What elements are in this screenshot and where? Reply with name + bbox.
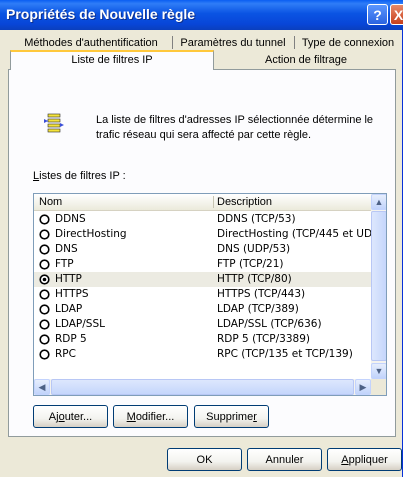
- tab-label: Type de connexion: [301, 36, 395, 49]
- list-item[interactable]: LDAP LDAP (TCP/389): [34, 302, 371, 317]
- chevron-left-icon: ◀: [38, 381, 46, 392]
- list-item[interactable]: RDP 5 RDP 5 (TCP/3389): [34, 332, 371, 347]
- scroll-left-button[interactable]: ◀: [34, 379, 50, 395]
- list-header: Nom Description: [34, 194, 371, 211]
- horizontal-scrollbar[interactable]: ◀ ▶: [34, 379, 371, 395]
- list-item[interactable]: LDAP/SSL LDAP/SSL (TCP/636): [34, 317, 371, 332]
- list-item[interactable]: DDNS DDNS (TCP/53): [34, 212, 371, 227]
- vertical-scroll-thumb[interactable]: [371, 211, 386, 361]
- filter-list-view[interactable]: Nom Description DDNS DDNS (TCP/53) DirectH…: [33, 193, 387, 396]
- cell-description: HTTP (TCP/80): [217, 273, 292, 285]
- radio-checked-icon[interactable]: [39, 274, 50, 285]
- tab-label: Paramètres du tunnel: [180, 36, 286, 49]
- horizontal-scroll-thumb[interactable]: [51, 379, 354, 395]
- column-separator[interactable]: [213, 196, 214, 208]
- scroll-down-button[interactable]: ▼: [371, 363, 386, 379]
- scroll-right-button[interactable]: ▶: [355, 379, 371, 395]
- cell-description: DirectHosting (TCP/445 et UDP: [217, 228, 379, 240]
- edit-button[interactable]: Modifier...: [113, 405, 188, 428]
- btn-text: ppliquer: [348, 453, 388, 466]
- accesskey: A: [341, 453, 349, 466]
- list-item[interactable]: DirectHosting DirectHosting (TCP/445 et U…: [34, 227, 378, 242]
- cell-description: DNS (UDP/53): [217, 243, 291, 255]
- tab-tunnel-settings[interactable]: Paramètres du tunnel: [174, 34, 292, 51]
- title-bar[interactable]: Propriétés de Nouvelle règle ? X: [0, 0, 403, 30]
- radio-unchecked-icon[interactable]: [39, 349, 50, 360]
- properties-dialog: Propriétés de Nouvelle règle ? X Méthode…: [0, 0, 403, 477]
- delete-button[interactable]: Supprime r: [194, 405, 269, 428]
- ok-button[interactable]: OK: [167, 448, 242, 471]
- close-icon: X: [393, 6, 403, 23]
- cell-name: DNS: [55, 243, 78, 255]
- list-item[interactable]: RPC RPC (TCP/135 et TCP/139): [34, 347, 371, 362]
- btn-text: odifier...: [135, 410, 175, 423]
- filter-lists-label: Listes de filtres IP :: [33, 170, 126, 182]
- cell-name: RDP 5: [55, 333, 87, 345]
- list-rows: DDNS DDNS (TCP/53) DirectHosting DirectHost…: [34, 212, 378, 362]
- apply-button[interactable]: Appliquer: [327, 448, 402, 471]
- btn-text: Supprime: [206, 410, 254, 423]
- radio-unchecked-icon[interactable]: [39, 289, 50, 300]
- cell-description: RPC (TCP/135 et TCP/139): [217, 348, 353, 360]
- accesskey: M: [126, 410, 136, 423]
- cell-description: FTP (TCP/21): [217, 258, 284, 270]
- chevron-down-icon: ▼: [374, 366, 384, 376]
- window-title: Propriétés de Nouvelle règle: [6, 6, 196, 22]
- tab-authentication-methods[interactable]: Méthodes d'authentification: [12, 34, 170, 51]
- description-text: La liste de filtres d'adresses IP sélect…: [96, 114, 374, 141]
- radio-unchecked-icon[interactable]: [39, 304, 50, 315]
- cell-description: LDAP/SSL (TCP/636): [217, 318, 322, 330]
- list-item[interactable]: HTTP HTTP (TCP/80): [34, 272, 371, 287]
- help-icon: ?: [373, 6, 382, 23]
- add-button[interactable]: Aj o uter...: [33, 405, 108, 428]
- cell-name: LDAP: [55, 303, 83, 315]
- label-text: istes de filtres IP :: [39, 170, 126, 182]
- cell-name: HTTPS: [55, 288, 89, 300]
- chevron-up-icon: ▲: [374, 197, 384, 207]
- close-button[interactable]: X: [390, 4, 403, 25]
- list-item[interactable]: FTP FTP (TCP/21): [34, 257, 371, 272]
- radio-unchecked-icon[interactable]: [39, 259, 50, 270]
- radio-unchecked-icon[interactable]: [39, 319, 50, 330]
- cell-name: HTTP: [55, 273, 82, 285]
- radio-unchecked-icon[interactable]: [39, 244, 50, 255]
- tab-connection-type[interactable]: Type de connexion: [298, 34, 398, 51]
- scroll-up-button[interactable]: ▲: [371, 194, 386, 210]
- tab-label: Liste de filtres IP: [71, 54, 153, 66]
- vertical-scrollbar[interactable]: ▲ ▼: [371, 194, 386, 379]
- cell-description: DDNS (TCP/53): [217, 213, 296, 225]
- list-item[interactable]: HTTPS HTTPS (TCP/443): [34, 287, 371, 302]
- column-header-name[interactable]: Nom: [39, 196, 62, 208]
- cell-description: RDP 5 (TCP/3389): [217, 333, 310, 345]
- chevron-right-icon: ▶: [359, 381, 367, 392]
- btn-text: uter...: [64, 410, 93, 423]
- tab-separator: [172, 36, 173, 49]
- scrollbar-corner: [371, 379, 386, 395]
- cell-name: RPC: [55, 348, 76, 360]
- column-header-description[interactable]: Description: [217, 196, 272, 208]
- btn-text: Aj: [48, 410, 59, 423]
- tab-label: Action de filtrage: [265, 53, 347, 66]
- radio-unchecked-icon[interactable]: [39, 229, 50, 240]
- cell-name: DirectHosting: [55, 228, 127, 240]
- cell-description: LDAP (TCP/389): [217, 303, 299, 315]
- filter-list-icon: [43, 112, 65, 136]
- list-item[interactable]: DNS DNS (UDP/53): [34, 242, 371, 257]
- radio-unchecked-icon[interactable]: [39, 214, 50, 225]
- btn-text: Annuler: [265, 453, 304, 466]
- tab-ip-filter-list[interactable]: Liste de filtres IP: [10, 50, 214, 70]
- cancel-button[interactable]: Annuler: [247, 448, 322, 471]
- cell-name: LDAP/SSL: [55, 318, 105, 330]
- tab-label: Méthodes d'authentification: [24, 36, 158, 49]
- accesskey: r: [253, 410, 257, 423]
- cell-name: FTP: [55, 258, 74, 270]
- btn-text: OK: [196, 453, 213, 466]
- cell-description: HTTPS (TCP/443): [217, 288, 306, 300]
- tab-separator: [294, 36, 295, 49]
- tab-filter-action[interactable]: Action de filtrage: [218, 51, 394, 68]
- radio-unchecked-icon[interactable]: [39, 334, 50, 345]
- help-button[interactable]: ?: [367, 4, 388, 25]
- cell-name: DDNS: [55, 213, 86, 225]
